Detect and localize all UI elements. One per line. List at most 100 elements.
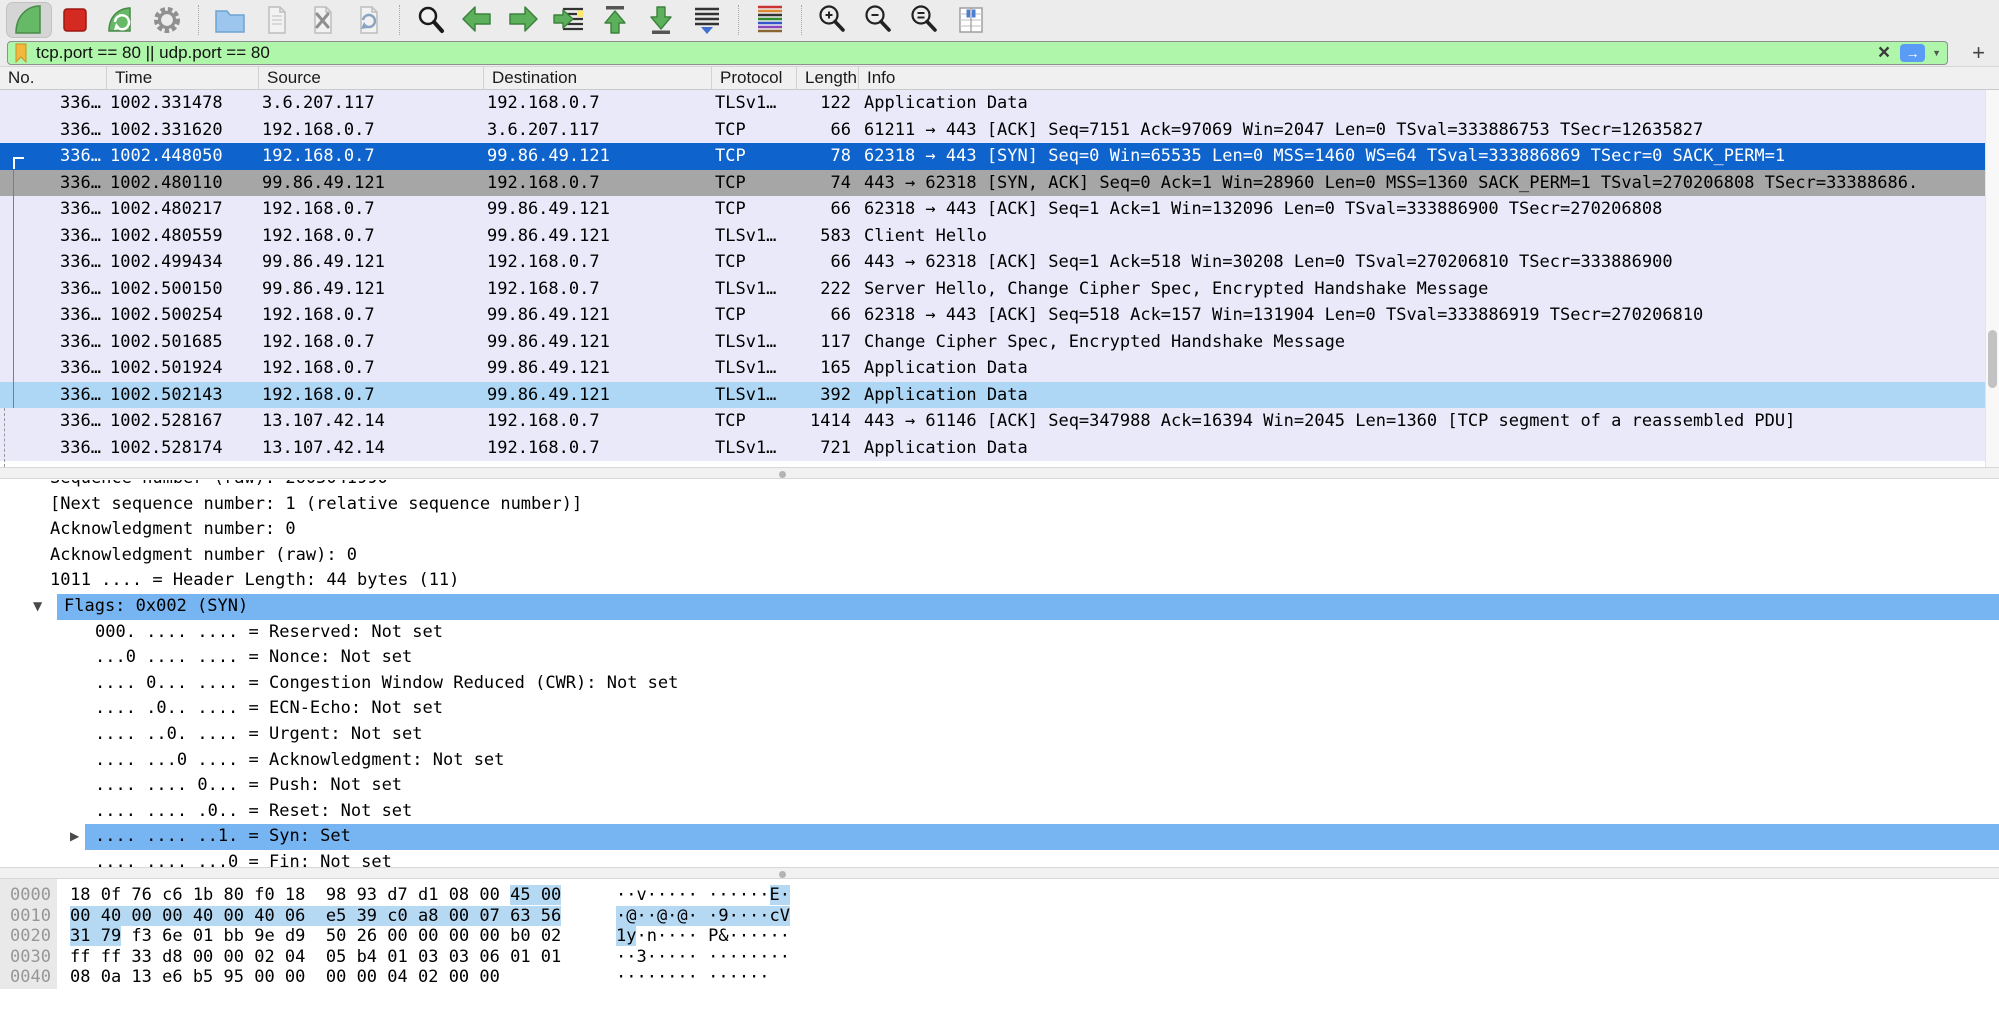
detail-line[interactable]: ▶.... .... ..1. = Syn: Set — [0, 824, 1999, 850]
resize-columns-button[interactable] — [948, 2, 994, 38]
hex-row[interactable]: 001000 40 00 00 40 00 40 06 e5 39 c0 a8 … — [0, 906, 1999, 927]
cell-time: 1002.501685 — [107, 329, 259, 356]
main-toolbar — [0, 0, 1999, 40]
column-header-no[interactable]: No. — [0, 67, 107, 89]
hex-row[interactable]: 000018 0f 76 c6 1b 80 f0 18 98 93 d7 d1 … — [0, 885, 1999, 906]
detail-line[interactable]: ...0 .... .... = Nonce: Not set — [0, 645, 1999, 671]
zoom-100-button[interactable] — [902, 2, 948, 38]
cell-destination: 192.168.0.7 — [484, 170, 712, 197]
column-header-time[interactable]: Time — [107, 67, 259, 89]
detail-line[interactable]: Acknowledgment number (raw): 0 — [0, 543, 1999, 569]
packet-row[interactable]: 336…1002.501924192.168.0.799.86.49.121TL… — [0, 355, 1999, 382]
column-header-proto[interactable]: Protocol — [712, 67, 797, 89]
packet-row[interactable]: 336…1002.480217192.168.0.799.86.49.121TC… — [0, 196, 1999, 223]
cell-source: 99.86.49.121 — [259, 276, 484, 303]
open-file-button[interactable] — [207, 2, 253, 38]
packet-row[interactable]: 336…1002.500254192.168.0.799.86.49.121TC… — [0, 302, 1999, 329]
packet-row[interactable]: 336…1002.448050192.168.0.799.86.49.121TC… — [0, 143, 1999, 170]
go-to-top-button[interactable] — [592, 2, 638, 38]
packet-row[interactable]: 336…1002.480559192.168.0.799.86.49.121TL… — [0, 223, 1999, 250]
hex-offset: 0030 — [10, 947, 51, 968]
reload-file-button[interactable] — [345, 2, 391, 38]
cell-no: 336… — [0, 408, 107, 435]
packet-row[interactable]: 336…1002.502143192.168.0.799.86.49.121TL… — [0, 382, 1999, 409]
detail-line[interactable]: 000. .... .... = Reserved: Not set — [0, 620, 1999, 646]
pane-splitter[interactable] — [0, 867, 1999, 879]
packet-row[interactable]: 336…1002.3314783.6.207.117192.168.0.7TLS… — [0, 90, 1999, 117]
filter-bookmark-icon[interactable] — [14, 43, 28, 63]
apply-filter-button[interactable]: → — [1900, 44, 1925, 62]
column-header-dst[interactable]: Destination — [484, 67, 712, 89]
go-to-bottom-button[interactable] — [638, 2, 684, 38]
packet-row[interactable]: 336…1002.331620192.168.0.73.6.207.117TCP… — [0, 117, 1999, 144]
auto-scroll-button[interactable] — [684, 2, 730, 38]
display-filter-input[interactable]: tcp.port == 80 || udp.port == 80 × → ▼ — [7, 41, 1948, 65]
go-forward-button[interactable] — [500, 2, 546, 38]
packet-row[interactable]: 336…1002.501685192.168.0.799.86.49.121TL… — [0, 329, 1999, 356]
clear-filter-icon[interactable]: × — [1878, 43, 1890, 63]
folder-icon — [210, 2, 250, 38]
packet-row[interactable]: 336…1002.49943499.86.49.121192.168.0.7TC… — [0, 249, 1999, 276]
close-file-button[interactable] — [299, 2, 345, 38]
hex-bytes: 00 40 00 00 40 00 40 06 e5 39 c0 a8 00 0… — [70, 906, 561, 927]
detail-line[interactable]: ▼Flags: 0x002 (SYN) — [0, 594, 1999, 620]
go-to-packet-button[interactable] — [546, 2, 592, 38]
cell-no: 336… — [0, 90, 107, 117]
packet-list-scrollbar-track[interactable] — [1985, 90, 1999, 467]
zoom-in-button[interactable] — [810, 2, 856, 38]
detail-line[interactable]: Acknowledgment number: 0 — [0, 517, 1999, 543]
packet-list-scrollbar-thumb[interactable] — [1988, 330, 1997, 388]
detail-line[interactable]: 1011 .... = Header Length: 44 bytes (11) — [0, 568, 1999, 594]
detail-line-text: Flags: 0x002 (SYN) — [0, 596, 248, 616]
conversation-line — [13, 170, 14, 409]
cell-protocol: TCP — [712, 143, 797, 170]
hex-row[interactable]: 002031 79 f3 6e 01 bb 9e d9 50 26 00 00 … — [0, 926, 1999, 947]
filter-expression-text[interactable]: tcp.port == 80 || udp.port == 80 — [36, 43, 1878, 63]
detail-line[interactable]: .... .0.. .... = ECN-Echo: Not set — [0, 696, 1999, 722]
colorize-packets-button[interactable] — [747, 2, 793, 38]
find-packet-button[interactable] — [408, 2, 454, 38]
cell-source: 192.168.0.7 — [259, 382, 484, 409]
auto-scroll-icon — [687, 2, 727, 38]
cell-protocol: TLSv1… — [712, 382, 797, 409]
detail-line[interactable]: .... 0... .... = Congestion Window Reduc… — [0, 671, 1999, 697]
zoom-out-button[interactable] — [856, 2, 902, 38]
cell-source: 192.168.0.7 — [259, 355, 484, 382]
cell-length: 122 — [797, 90, 859, 117]
cell-info: 62318 → 443 [ACK] Seq=518 Ack=157 Win=13… — [859, 302, 1999, 329]
hex-highlight: 31 79 — [70, 926, 121, 946]
add-filter-button[interactable]: + — [1972, 40, 1985, 66]
start-capture-button[interactable] — [6, 2, 52, 38]
detail-line[interactable]: .... .... .0.. = Reset: Not set — [0, 799, 1999, 825]
detail-line-text: ...0 .... .... = Nonce: Not set — [0, 647, 412, 667]
column-header-info[interactable]: Info — [859, 67, 1999, 89]
arrow-left-icon — [457, 2, 497, 38]
packet-row[interactable]: 336…1002.52817413.107.42.14192.168.0.7TL… — [0, 435, 1999, 462]
detail-line[interactable]: [Next sequence number: 1 (relative seque… — [0, 492, 1999, 518]
detail-line-text: .... .... 0... = Push: Not set — [0, 775, 402, 795]
detail-line[interactable]: .... ...0 .... = Acknowledgment: Not set — [0, 748, 1999, 774]
detail-line[interactable]: Sequence number (raw): 2605041990 — [0, 480, 1999, 492]
column-header-src[interactable]: Source — [259, 67, 484, 89]
cell-time: 1002.501924 — [107, 355, 259, 382]
restart-capture-button[interactable] — [98, 2, 144, 38]
filter-dropdown-caret-icon[interactable]: ▼ — [1932, 48, 1941, 58]
go-back-button[interactable] — [454, 2, 500, 38]
save-file-button[interactable] — [253, 2, 299, 38]
packet-row[interactable]: 336…1002.52816713.107.42.14192.168.0.7TC… — [0, 408, 1999, 435]
hex-row[interactable]: 004008 0a 13 e6 b5 95 00 00 00 00 04 02 … — [0, 967, 1999, 988]
cell-no: 336… — [0, 117, 107, 144]
hex-bytes: ff ff 33 d8 00 00 02 04 05 b4 01 03 03 0… — [70, 947, 561, 968]
cell-info: 443 → 62318 [ACK] Seq=1 Ack=518 Win=3020… — [859, 249, 1999, 276]
packet-row[interactable]: 336…1002.50015099.86.49.121192.168.0.7TL… — [0, 276, 1999, 303]
packet-row[interactable]: 336…1002.48011099.86.49.121192.168.0.7TC… — [0, 170, 1999, 197]
pane-splitter[interactable] — [0, 467, 1999, 479]
column-header-len[interactable]: Length — [797, 67, 859, 89]
detail-line[interactable]: .... ..0. .... = Urgent: Not set — [0, 722, 1999, 748]
stop-capture-button[interactable] — [52, 2, 98, 38]
detail-line-text: Acknowledgment number: 0 — [0, 519, 296, 539]
detail-line[interactable]: .... .... ...0 = Fin: Not set — [0, 850, 1999, 867]
hex-row[interactable]: 0030 ff ff 33 d8 00 00 02 04 05 b4 01 03 … — [0, 947, 1999, 968]
detail-line[interactable]: .... .... 0... = Push: Not set — [0, 773, 1999, 799]
capture-options-button[interactable] — [144, 2, 190, 38]
